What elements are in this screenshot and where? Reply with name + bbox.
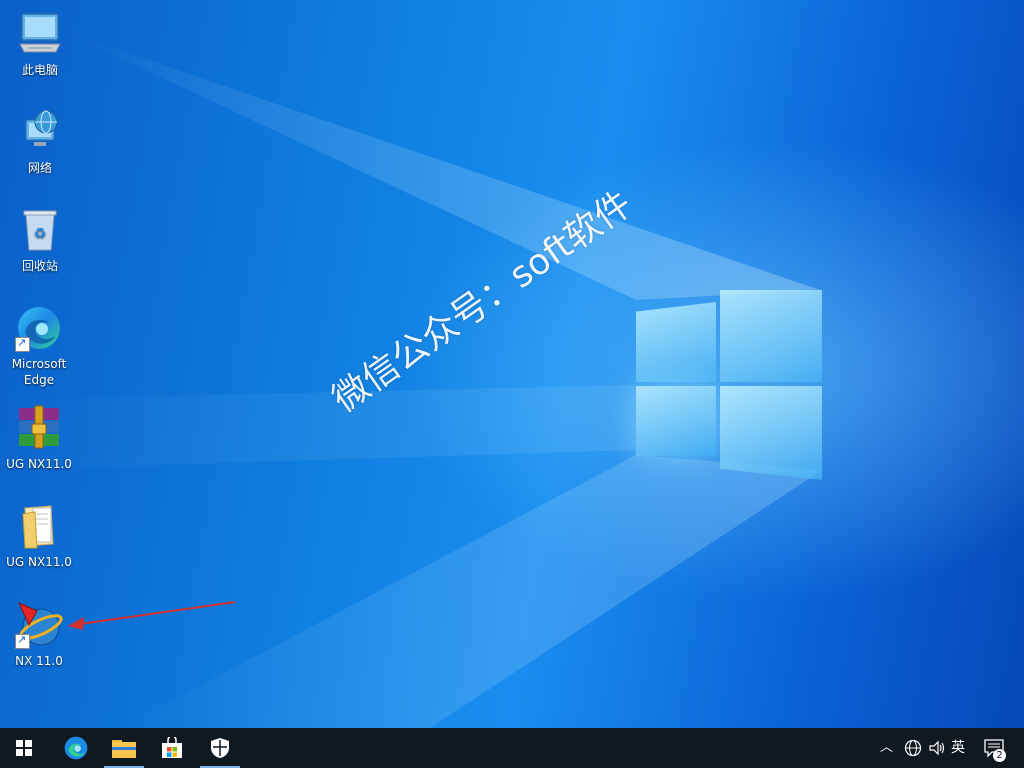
taskbar: ︿ 英 2 <box>0 728 1024 768</box>
tray-volume-icon[interactable] <box>928 728 946 768</box>
folder-icon <box>112 740 136 758</box>
tray-ime-indicator[interactable]: 英 <box>951 728 965 768</box>
start-button[interactable] <box>0 728 48 768</box>
shield-icon <box>211 738 229 758</box>
desktop: 微信公众号：soft软件 此电脑 网络 ♻ 回收站 ↗ Microsoft Ed… <box>0 0 1024 728</box>
taskbar-file-explorer-button[interactable] <box>100 728 148 768</box>
tray-chevron-up-icon[interactable]: ︿ <box>880 728 893 768</box>
taskbar-edge-button[interactable] <box>52 728 100 768</box>
edge-icon <box>64 736 88 760</box>
windows-start-icon <box>16 740 32 756</box>
taskbar-store-button[interactable] <box>148 728 196 768</box>
annotation-arrow <box>68 601 236 630</box>
store-bag-icon <box>162 737 182 758</box>
tray-network-icon[interactable] <box>904 728 922 768</box>
notification-count-badge: 2 <box>993 749 1006 762</box>
notification-center-button[interactable]: 2 <box>984 728 1008 768</box>
taskbar-security-button[interactable] <box>196 728 244 768</box>
